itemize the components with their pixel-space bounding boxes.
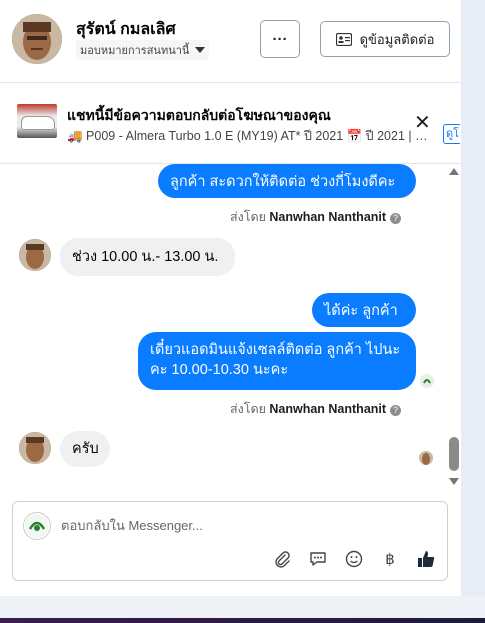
sent-by-prefix: ส่งโดย — [230, 210, 266, 224]
sender-name: Nanwhan Nanthanit — [269, 210, 387, 224]
message-outgoing: ลูกค้า สะดวกให้ติดต่อ ช่วงกี่โมงดีคะ — [158, 164, 416, 198]
page-read-receipt-icon — [420, 374, 434, 388]
sender-name: Nanwhan Nanthanit — [269, 402, 387, 416]
conversation-header: สุรัตน์ กมลเลิศ มอบหมายการสนทนานี้ ··· ด… — [0, 0, 461, 83]
saved-replies-icon[interactable] — [307, 548, 329, 570]
reply-input[interactable] — [61, 514, 431, 536]
message-text: เดี๋ยวแอดมินแจ้งเซลล์ติดต่อ ลูกค้า ไปนะค… — [150, 342, 401, 378]
view-contact-button[interactable]: ดูข้อมูลติดต่อ — [320, 21, 450, 57]
like-thumb-icon[interactable] — [415, 548, 437, 570]
sent-by-prefix: ส่งโดย — [230, 402, 266, 416]
ad-reply-banner: แชทนี้มีข้อความตอบกลับต่อโฆษณาของคุณ 🚚 P… — [0, 83, 461, 164]
payment-baht-icon[interactable]: ฿ — [379, 548, 401, 570]
ad-banner-subtitle: 🚚 P009 - Almera Turbo 1.0 E (MY19) AT* ป… — [67, 129, 435, 143]
right-edge-background — [461, 0, 485, 596]
attachment-icon[interactable] — [271, 548, 293, 570]
ad-banner-title: แชทนี้มีข้อความตอบกลับต่อโฆษณาของคุณ — [67, 107, 331, 123]
ad-thumbnail[interactable] — [17, 104, 57, 138]
contact-card-icon — [335, 32, 352, 46]
taskbar-edge — [0, 618, 485, 623]
message-text: ครับ — [72, 441, 99, 457]
more-options-button[interactable]: ··· — [260, 20, 300, 58]
assign-label: มอบหมายการสนทนานี้ — [80, 45, 190, 57]
message-incoming: ช่วง 10.00 น.- 13.00 น. — [60, 238, 235, 276]
caret-down-icon — [195, 47, 206, 53]
customer-avatar-small — [19, 239, 51, 271]
customer-name: สุรัตน์ กมลเลิศ — [76, 21, 176, 38]
scroll-down-arrow-icon[interactable] — [449, 478, 459, 485]
message-composer: ฿ — [12, 501, 448, 581]
message-incoming: ครับ — [60, 431, 110, 467]
info-icon[interactable]: ? — [390, 213, 402, 224]
customer-read-receipt-icon — [419, 451, 433, 465]
scroll-up-arrow-icon[interactable] — [449, 168, 459, 175]
sent-by-label: ส่งโดย Nanwhan Nanthanit? — [230, 207, 402, 227]
message-text: ช่วง 10.00 น.- 13.00 น. — [72, 249, 219, 265]
customer-avatar[interactable] — [12, 14, 62, 64]
message-outgoing: เดี๋ยวแอดมินแจ้งเซลล์ติดต่อ ลูกค้า ไปนะค… — [138, 332, 416, 390]
message-text: ได้ค่ะ ลูกค้า — [324, 303, 398, 319]
message-outgoing: ได้ค่ะ ลูกค้า — [312, 293, 416, 327]
customer-avatar-small — [19, 432, 51, 464]
view-ad-link[interactable]: ดูโ — [443, 124, 460, 144]
sent-by-label: ส่งโดย Nanwhan Nanthanit? — [230, 399, 402, 419]
view-contact-label: ดูข้อมูลติดต่อ — [359, 31, 435, 47]
info-icon[interactable]: ? — [390, 405, 402, 416]
message-text: ลูกค้า สะดวกให้ติดต่อ ช่วงกี่โมงดีคะ — [170, 174, 396, 190]
close-icon[interactable]: ✕ — [414, 113, 431, 133]
page-avatar — [23, 512, 51, 540]
chat-panel: สุรัตน์ กมลเลิศ มอบหมายการสนทนานี้ ··· ด… — [0, 0, 461, 596]
assign-conversation-dropdown[interactable]: มอบหมายการสนทนานี้ — [76, 40, 210, 60]
car-image — [21, 116, 55, 130]
bottom-edge-background — [0, 596, 485, 618]
scrollbar-thumb[interactable] — [449, 437, 459, 471]
emoji-icon[interactable] — [343, 548, 365, 570]
